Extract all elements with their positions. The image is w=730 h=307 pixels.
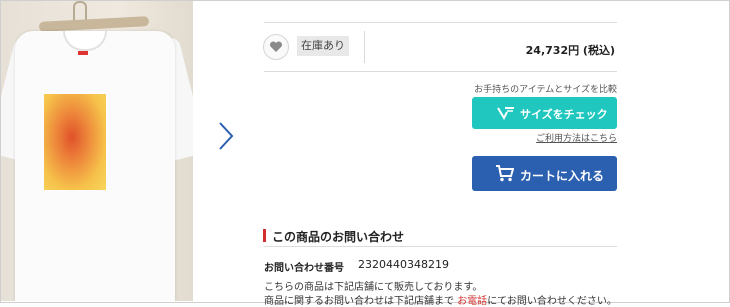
phone-link[interactable]: お電話 xyxy=(457,296,487,307)
chevron-right-icon xyxy=(219,122,234,150)
stock-badge: 在庫あり xyxy=(297,36,349,56)
size-check-logo-icon xyxy=(497,107,514,120)
cart-icon xyxy=(496,165,514,182)
inquiry-title: この商品のお問い合わせ xyxy=(272,230,405,244)
product-photo[interactable] xyxy=(1,1,193,301)
vertical-divider xyxy=(364,31,365,63)
inquiry-number-label: お問い合わせ番号 xyxy=(264,263,344,274)
inquiry-number-value: 2320440348219 xyxy=(358,258,449,271)
size-check-button-label: サイズをチェック xyxy=(520,108,608,121)
add-to-cart-button[interactable]: カートに入れる xyxy=(472,156,617,191)
size-check-button[interactable]: サイズをチェック xyxy=(472,97,617,129)
howto-link[interactable]: ご利用方法はこちら xyxy=(536,131,617,144)
section-marker xyxy=(263,229,266,242)
favorite-button[interactable] xyxy=(263,34,289,60)
shirt-tag xyxy=(78,51,88,55)
contact-info-text: 商品に関するお問い合わせは下記店舗まで お電話にてお問い合わせください。 xyxy=(264,292,617,307)
store-info-text: こちらの商品は下記店舗にて販売しております。 xyxy=(264,282,483,293)
hanger-bar xyxy=(38,16,150,32)
heart-icon xyxy=(269,41,283,52)
shirt-print-graphic xyxy=(44,94,106,190)
add-to-cart-label: カートに入れる xyxy=(520,169,605,183)
next-image-arrow[interactable] xyxy=(214,120,236,152)
price: 24,732円 (税込) xyxy=(525,44,615,57)
divider-top xyxy=(264,22,617,23)
divider-price xyxy=(264,71,617,72)
inquiry-divider xyxy=(264,246,617,247)
contact-text-after: にてお問い合わせください。 xyxy=(487,296,617,307)
size-compare-text: お手持ちのアイテムとサイズを比較 xyxy=(474,85,617,95)
contact-text-before: 商品に関するお問い合わせは下記店舗まで xyxy=(264,296,458,307)
